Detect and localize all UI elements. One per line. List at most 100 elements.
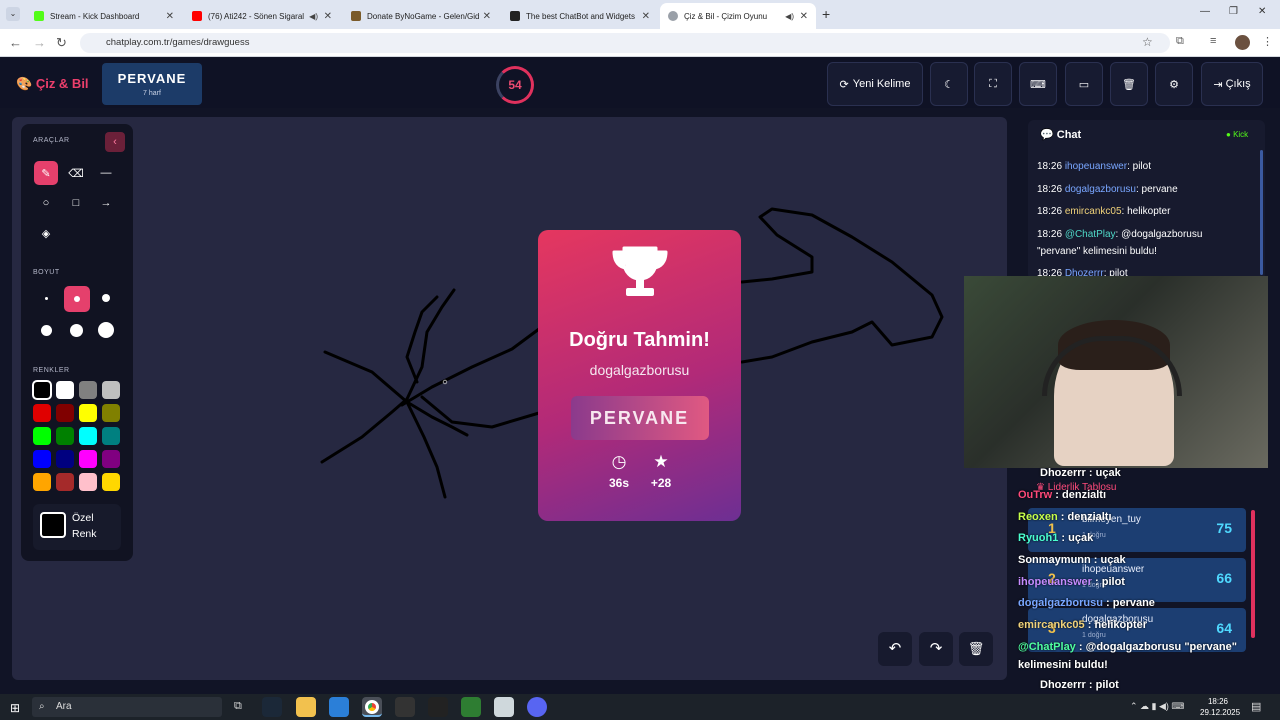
windows-start-icon[interactable]: ⊞ bbox=[10, 701, 20, 715]
overlay-chat-line: Reoxen : denzialtı bbox=[1018, 511, 1112, 523]
bookmark-star-icon[interactable]: ☆ bbox=[1142, 35, 1153, 49]
reload-icon[interactable]: ↻ bbox=[56, 35, 67, 51]
color-swatch[interactable] bbox=[79, 404, 97, 422]
keyboard-button[interactable]: ⌨ bbox=[1019, 62, 1057, 106]
clock[interactable]: 18:26 29.12.2025 bbox=[1200, 696, 1240, 718]
line-tool[interactable]: — bbox=[94, 161, 118, 185]
eraser-icon: ⌫ bbox=[68, 167, 84, 180]
new-word-button[interactable]: ⟳ Yeni Kelime bbox=[827, 62, 923, 106]
color-swatch[interactable] bbox=[56, 450, 74, 468]
theme-toggle-button[interactable]: ☾ bbox=[930, 62, 968, 106]
color-swatch[interactable] bbox=[79, 427, 97, 445]
fill-tool[interactable]: ◈ bbox=[34, 221, 58, 245]
app2-taskbar-icon[interactable] bbox=[494, 697, 514, 717]
epic-taskbar-icon[interactable] bbox=[428, 697, 448, 717]
fullscreen-button[interactable]: ⛶ bbox=[974, 62, 1012, 106]
overlay-chat-user: Dhozerrr bbox=[1040, 467, 1086, 479]
archive-button[interactable]: ▭ bbox=[1065, 62, 1103, 106]
forward-icon[interactable]: → bbox=[33, 35, 46, 50]
eraser-tool[interactable]: ⌫ bbox=[64, 161, 88, 185]
browser-tab-chatbot[interactable]: The best ChatBot and Widgets fo ✕ bbox=[502, 3, 658, 29]
square-icon: □ bbox=[72, 197, 80, 209]
minimize-icon[interactable]: — bbox=[1200, 6, 1210, 17]
size-s[interactable] bbox=[64, 286, 90, 312]
color-swatch[interactable] bbox=[79, 473, 97, 491]
circle-tool[interactable]: ○ bbox=[34, 191, 58, 215]
undo-icon: ↶ bbox=[888, 640, 902, 657]
redo-button[interactable]: ↷ bbox=[919, 632, 953, 666]
steam-taskbar-icon[interactable] bbox=[262, 697, 282, 717]
discord-taskbar-icon[interactable] bbox=[527, 697, 547, 717]
speaker-icon[interactable]: ◀) bbox=[785, 12, 794, 21]
color-swatch[interactable] bbox=[102, 404, 120, 422]
profile-avatar[interactable] bbox=[1235, 35, 1250, 50]
brush-tool[interactable]: ✎ bbox=[34, 161, 58, 185]
size-m[interactable] bbox=[94, 286, 118, 310]
notification-icon[interactable]: ▤ bbox=[1251, 700, 1261, 713]
size-xxl[interactable] bbox=[94, 318, 118, 342]
close-icon[interactable]: ✕ bbox=[483, 11, 491, 22]
url-field[interactable]: chatplay.com.tr/games/drawguess bbox=[80, 33, 1170, 53]
color-swatch[interactable] bbox=[56, 381, 74, 399]
close-icon[interactable]: ✕ bbox=[166, 11, 174, 22]
restore-icon[interactable]: ❐ bbox=[1229, 6, 1238, 17]
color-swatch[interactable] bbox=[79, 381, 97, 399]
chrome-taskbar-icon[interactable] bbox=[362, 697, 382, 717]
rectangle-tool[interactable]: □ bbox=[64, 191, 88, 215]
close-icon[interactable]: ✕ bbox=[642, 11, 650, 22]
tray-icons[interactable]: ⌃ ☁ ▮ ◀) ⌨ bbox=[1130, 701, 1184, 712]
youtube-icon bbox=[192, 11, 202, 21]
message-user: emircankc05 bbox=[1064, 206, 1122, 217]
stroke bbox=[320, 288, 456, 464]
color-swatch[interactable] bbox=[56, 473, 74, 491]
browser-tab-kick[interactable]: Stream - Kick Dashboard ✕ bbox=[26, 3, 182, 29]
size-xl[interactable] bbox=[64, 318, 88, 342]
back-icon[interactable]: ← bbox=[9, 35, 22, 50]
arrow-tool[interactable]: → bbox=[94, 191, 118, 215]
browser-tab-bynogame[interactable]: Donate ByNoGame - Gelen/Giden ✕ bbox=[343, 3, 499, 29]
store-taskbar-icon[interactable] bbox=[329, 697, 349, 717]
settings-button[interactable]: ⚙ bbox=[1155, 62, 1193, 106]
collapse-panel-button[interactable]: ‹ bbox=[105, 132, 125, 152]
media-icon[interactable]: ≡ bbox=[1210, 35, 1216, 47]
color-swatch[interactable] bbox=[102, 450, 120, 468]
window-close-icon[interactable]: ✕ bbox=[1258, 6, 1266, 17]
color-swatch[interactable] bbox=[79, 450, 97, 468]
extensions-icon[interactable]: ⧉ bbox=[1176, 35, 1184, 48]
size-l[interactable] bbox=[34, 318, 58, 342]
tab-search-icon[interactable]: ⌄ bbox=[6, 7, 20, 21]
color-swatch[interactable] bbox=[102, 381, 120, 399]
close-icon[interactable]: ✕ bbox=[324, 11, 332, 22]
color-swatch[interactable] bbox=[33, 427, 51, 445]
browser-tab-youtube[interactable]: (76) Ati242 - Sönen Sigaralar ◀) ✕ bbox=[184, 3, 340, 29]
new-tab-icon[interactable]: + bbox=[822, 6, 830, 22]
exit-button[interactable]: ⇥ Çıkış bbox=[1201, 62, 1263, 106]
app-logo[interactable]: 🎨 Çiz & Bil bbox=[16, 76, 89, 92]
color-swatch[interactable] bbox=[33, 473, 51, 491]
color-swatch[interactable] bbox=[33, 450, 51, 468]
undo-button[interactable]: ↶ bbox=[878, 632, 912, 666]
custom-color-button[interactable]: Özel Renk bbox=[33, 504, 121, 550]
chat-scrollbar[interactable] bbox=[1260, 150, 1263, 275]
close-icon[interactable]: ✕ bbox=[800, 11, 808, 22]
task-view-icon[interactable]: ⧉ bbox=[234, 700, 242, 713]
menu-icon[interactable]: ⋮ bbox=[1262, 35, 1273, 48]
obs-taskbar-icon[interactable] bbox=[395, 697, 415, 717]
chevron-left-icon: ‹ bbox=[113, 136, 117, 148]
speaker-icon[interactable]: ◀) bbox=[309, 12, 318, 21]
color-swatch[interactable] bbox=[32, 380, 52, 400]
clear-button[interactable]: 🗑 bbox=[1110, 62, 1148, 106]
browser-tab-drawguess[interactable]: Çiz & Bil - Çizim Oyunu ◀) ✕ bbox=[660, 3, 816, 29]
color-swatch[interactable] bbox=[102, 427, 120, 445]
taskbar-search[interactable]: ⌕ Ara bbox=[32, 697, 222, 717]
explorer-taskbar-icon[interactable] bbox=[296, 697, 316, 717]
drawing-canvas[interactable] bbox=[12, 117, 1007, 680]
app-taskbar-icon[interactable] bbox=[461, 697, 481, 717]
color-swatch[interactable] bbox=[56, 404, 74, 422]
color-swatch[interactable] bbox=[102, 473, 120, 491]
color-swatch[interactable] bbox=[56, 427, 74, 445]
size-xs[interactable] bbox=[34, 286, 58, 310]
chat-header: 💬 Chat bbox=[1040, 128, 1081, 141]
delete-drawing-button[interactable]: 🗑 bbox=[959, 632, 993, 666]
color-swatch[interactable] bbox=[33, 404, 51, 422]
